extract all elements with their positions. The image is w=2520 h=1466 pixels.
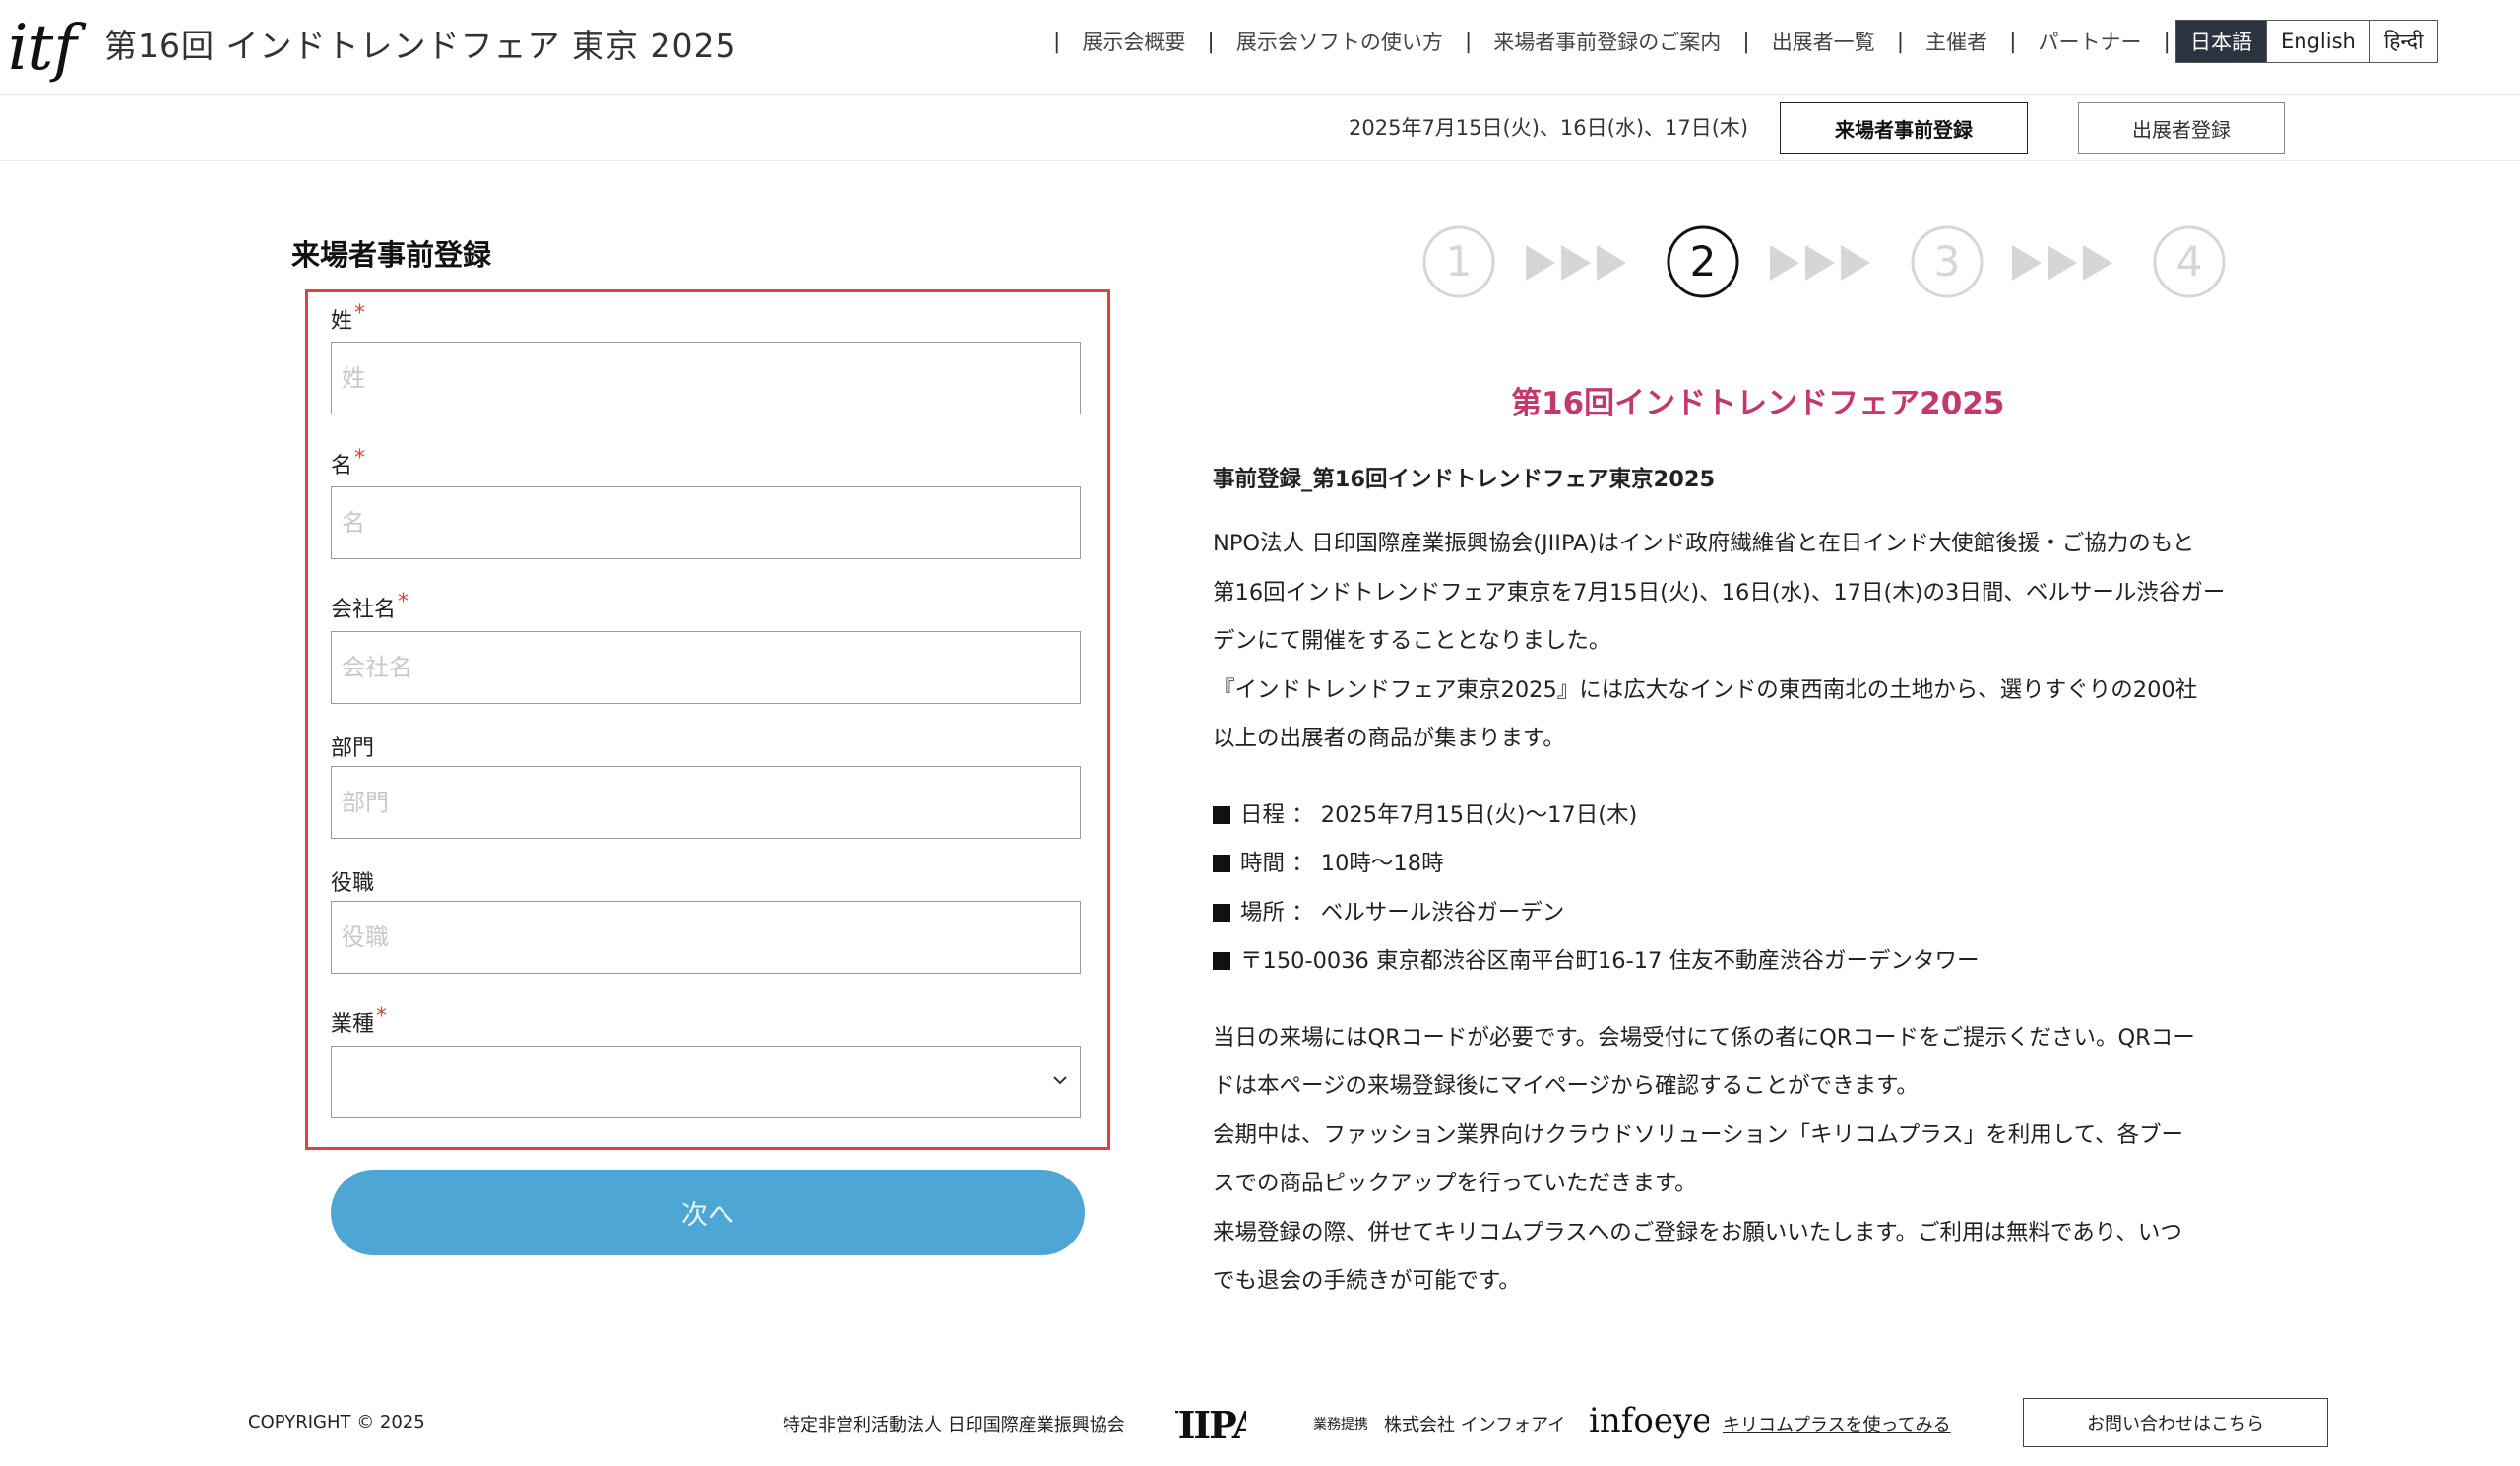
step-indicator: 1 2 3 4 — [1418, 224, 2235, 307]
copyright: COPYRIGHT © 2025 — [248, 1412, 425, 1433]
svg-text:4: 4 — [2176, 237, 2203, 286]
nav-item-partners[interactable]: パートナー — [2021, 27, 2160, 56]
nav-separator: | — [2009, 29, 2017, 54]
svg-text:infoeye: infoeye — [1589, 1401, 1709, 1440]
lang-hindi-button[interactable]: हिन्दी — [2368, 21, 2437, 62]
next-button[interactable]: 次へ — [331, 1170, 1085, 1255]
industry-select[interactable] — [331, 1046, 1081, 1118]
note-line: 会期中は、ファッション業界向けクラウドソリューション「キリコムプラス」を利用して… — [1213, 1121, 2183, 1148]
square-bullet-icon — [1213, 805, 1230, 824]
company-name: 株式会社 インフォアイ — [1384, 1415, 1566, 1435]
company-label: 会社名* — [331, 590, 410, 622]
svg-text:itf: itf — [8, 12, 87, 83]
department-input[interactable] — [331, 766, 1081, 839]
step-3-icon: 3 — [1911, 225, 1984, 298]
form-title: 来場者事前登録 — [291, 238, 492, 272]
sub-header: 2025年7月15日(火)、16日(水)、17日(木) 来場者事前登録 出展者登… — [0, 95, 2520, 161]
infoeye-logo[interactable]: infoeye — [1587, 1390, 1709, 1449]
nav-separator: | — [1053, 29, 1061, 54]
nav-item-exhibitors[interactable]: 出展者一覧 — [1754, 27, 1893, 56]
nav-separator: | — [1464, 29, 1473, 54]
intro-line: デンにて開催をすることとなりました。 — [1213, 628, 1611, 654]
event-detail-item: 〒150-0036 東京都渋谷区南平台町16-17 住友不動産渋谷ガーデンタワー — [1213, 937, 2266, 987]
note-line: 来場登録の際、併せてキリコムプラスへのご登録をお願いいたします。ご利用は無料であ… — [1213, 1219, 2182, 1245]
lang-japanese-button[interactable]: 日本語 — [2176, 21, 2266, 62]
nav-separator: | — [1742, 29, 1750, 54]
lang-english-button[interactable]: English — [2266, 21, 2369, 62]
site-title[interactable]: 第16回 インドトレンドフェア 東京 2025 — [104, 20, 736, 67]
nav-item-overview[interactable]: 展示会概要 — [1064, 27, 1203, 56]
step-4-icon: 4 — [2153, 225, 2226, 298]
industry-label: 業種* — [331, 1004, 388, 1037]
step-1-icon: 1 — [1422, 225, 1495, 298]
step-arrows-icon — [2012, 245, 2112, 281]
step-2-icon: 2 — [1667, 225, 1739, 298]
partnership-label: 業務提携 — [1313, 1417, 1368, 1433]
company-input[interactable] — [331, 631, 1081, 704]
square-bullet-icon — [1213, 855, 1230, 872]
exhibitor-registration-button[interactable]: 出展者登録 — [2078, 102, 2285, 154]
note-line: ドは本ページの来場登録後にマイページから確認することができます。 — [1213, 1073, 1919, 1099]
nav-separator: | — [2163, 29, 2171, 54]
chevron-down-icon — [1053, 1076, 1067, 1085]
visitor-registration-button[interactable]: 来場者事前登録 — [1780, 102, 2028, 154]
description-lead: 事前登録_第16回インドトレンドフェア東京2025 — [1213, 467, 1716, 492]
square-bullet-icon — [1213, 903, 1230, 922]
nav-item-organizer[interactable]: 主催者 — [1908, 27, 2005, 56]
form-highlight-box — [305, 289, 1110, 1150]
event-description: 事前登録_第16回インドトレンドフェア東京2025 NPO法人 日印国際産業振興… — [1213, 459, 2266, 1307]
event-heading: 第16回インドトレンドフェア2025 — [1511, 386, 2005, 421]
nav-item-software-guide[interactable]: 展示会ソフトの使い方 — [1219, 27, 1461, 56]
last-name-input[interactable] — [331, 342, 1081, 414]
itf-logo[interactable]: itf — [6, 4, 89, 83]
event-detail-item: 日程 ： 2025年7月15日(火)〜17日(木) — [1213, 792, 2266, 841]
required-mark: * — [398, 590, 410, 614]
nav-item-visitor-guide[interactable]: 来場者事前登録のご案内 — [1476, 27, 1738, 56]
first-name-label: 名* — [331, 446, 366, 478]
required-mark: * — [354, 446, 366, 471]
nav-separator: | — [1896, 29, 1905, 54]
main-nav: | 展示会概要 | 展示会ソフトの使い方 | 来場者事前登録のご案内 | 出展者… — [1049, 26, 2174, 57]
last-name-label: 姓* — [331, 301, 366, 334]
first-name-input[interactable] — [331, 486, 1081, 559]
event-dates: 2025年7月15日(火)、16日(水)、17日(木) — [1349, 116, 1749, 140]
svg-text:3: 3 — [1934, 237, 1961, 286]
svg-text:1: 1 — [1446, 237, 1473, 286]
square-bullet-icon — [1213, 952, 1230, 970]
intro-line: 第16回インドトレンドフェア東京を7月15日(火)、16日(水)、17日(木)の… — [1213, 579, 2226, 606]
intro-line: NPO法人 日印国際産業振興協会(JIIPA)はインド政府繊維省と在日インド大使… — [1213, 531, 2195, 556]
step-arrows-icon — [1526, 245, 1626, 281]
organizer-name: 特定非営利活動法人 日印国際産業振興協会 — [783, 1415, 1125, 1435]
note-line: 当日の来場にはQRコードが必要です。会場受付にて係の者にQRコードをご提示くださ… — [1213, 1024, 2195, 1051]
svg-text:2: 2 — [1690, 237, 1717, 286]
jiipa-logo[interactable]: JIIPA — [1175, 1393, 1246, 1448]
event-detail-item: 場所 ： ベルサール渋谷ガーデン — [1213, 889, 2266, 938]
note-line: スでの商品ピックアップを行っていただきます。 — [1213, 1171, 1697, 1196]
step-arrows-icon — [1770, 245, 1870, 281]
intro-line: 以上の出展者の商品が集まります。 — [1213, 726, 1565, 751]
job-title-input[interactable] — [331, 901, 1081, 974]
contact-button[interactable]: お問い合わせはこちら — [2023, 1398, 2328, 1447]
intro-line: 『インドトレンドフェア東京2025』には広大なインドの東西南北の土地から、選りす… — [1213, 676, 2198, 703]
required-mark: * — [354, 301, 366, 326]
language-switcher: 日本語 English हिन्दी — [2175, 20, 2438, 63]
department-label: 部門 — [331, 736, 375, 761]
kiricom-plus-link[interactable]: キリコムプラスを使ってみる — [1723, 1411, 1951, 1436]
site-header: itf 第16回 インドトレンドフェア 東京 2025 | 展示会概要 | 展示… — [0, 0, 2520, 95]
job-title-label: 役職 — [331, 871, 375, 896]
svg-text:JIIPA: JIIPA — [1175, 1403, 1246, 1447]
note-line: でも退会の手続きが可能です。 — [1213, 1268, 1521, 1294]
nav-separator: | — [1207, 29, 1215, 54]
required-mark: * — [376, 1004, 388, 1029]
event-detail-item: 時間 ： 10時〜18時 — [1213, 840, 2266, 889]
